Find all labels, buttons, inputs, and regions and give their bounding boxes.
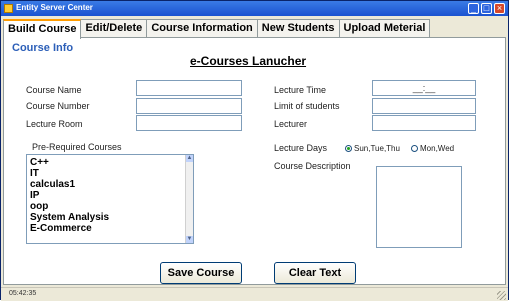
lecture-room-field[interactable]	[136, 115, 242, 131]
app-icon	[4, 4, 13, 13]
tab-course-information[interactable]: Course Information	[146, 19, 258, 37]
clear-text-button[interactable]: Clear Text	[274, 262, 356, 284]
lecture-time-field[interactable]: __:__	[372, 80, 476, 96]
prerequired-courses-list[interactable]: C++ IT calculas1 IP oop System Analysis …	[26, 154, 194, 244]
lecturer-label: Lecturer	[274, 119, 308, 129]
prerequired-courses-label: Pre-Required Courses	[32, 142, 122, 152]
list-item[interactable]: E-Commerce	[30, 223, 109, 234]
minimize-icon[interactable]: _	[468, 3, 479, 14]
maximize-icon[interactable]: □	[481, 3, 492, 14]
course-name-label: Course Name	[26, 85, 82, 95]
tab-strip: Build Course Edit/Delete Course Informat…	[3, 19, 431, 39]
list-scrollbar[interactable]: ▲ ▼	[185, 155, 193, 243]
limit-of-students-field[interactable]	[372, 98, 476, 114]
save-course-button[interactable]: Save Course	[160, 262, 242, 284]
sun-tue-thu-radio[interactable]	[345, 145, 352, 152]
limit-of-students-label: Limit of students	[274, 101, 340, 111]
section-title: Course Info	[12, 42, 74, 54]
status-time: 05:42:35	[9, 290, 37, 297]
title-bar: Entity Server Center _ □ ×	[1, 1, 508, 16]
course-description-label: Course Description	[274, 161, 351, 171]
list-item[interactable]: IP	[30, 190, 109, 201]
sun-tue-thu-label: Sun,Tue,Thu	[354, 144, 400, 153]
lecturer-field[interactable]	[372, 115, 476, 131]
list-item[interactable]: System Analysis	[30, 212, 109, 223]
course-name-field[interactable]	[136, 80, 242, 96]
mon-wed-radio[interactable]	[411, 145, 418, 152]
list-item[interactable]: IT	[30, 168, 109, 179]
app-window: Entity Server Center _ □ × Build Course …	[0, 0, 509, 301]
build-course-panel: Course Info e-Courses Lanucher Course Na…	[3, 37, 506, 285]
tab-edit-delete[interactable]: Edit/Delete	[80, 19, 148, 37]
lecture-room-label: Lecture Room	[26, 119, 83, 129]
tab-upload-material[interactable]: Upload Meterial	[338, 19, 431, 37]
list-item[interactable]: oop	[30, 201, 109, 212]
list-item[interactable]: C++	[30, 157, 109, 168]
window-title: Entity Server Center	[16, 3, 93, 12]
mon-wed-label: Mon,Wed	[420, 144, 455, 153]
page-title: e-Courses Lanucher	[190, 54, 307, 68]
list-item[interactable]: calculas1	[30, 179, 109, 190]
tab-new-students[interactable]: New Students	[256, 19, 340, 37]
scroll-up-icon[interactable]: ▲	[186, 155, 193, 162]
resize-grip-icon[interactable]	[497, 291, 506, 300]
status-bar: 05:42:35	[1, 287, 508, 301]
course-description-field[interactable]	[376, 166, 462, 248]
course-number-field[interactable]	[136, 98, 242, 114]
scroll-down-icon[interactable]: ▼	[186, 236, 193, 243]
prerequired-items: C++ IT calculas1 IP oop System Analysis …	[30, 157, 109, 234]
lecture-days-label: Lecture Days	[274, 143, 328, 153]
close-icon[interactable]: ×	[494, 3, 505, 14]
tab-build-course[interactable]: Build Course	[3, 19, 82, 39]
course-number-label: Course Number	[26, 101, 90, 111]
lecture-time-label: Lecture Time	[274, 85, 327, 95]
